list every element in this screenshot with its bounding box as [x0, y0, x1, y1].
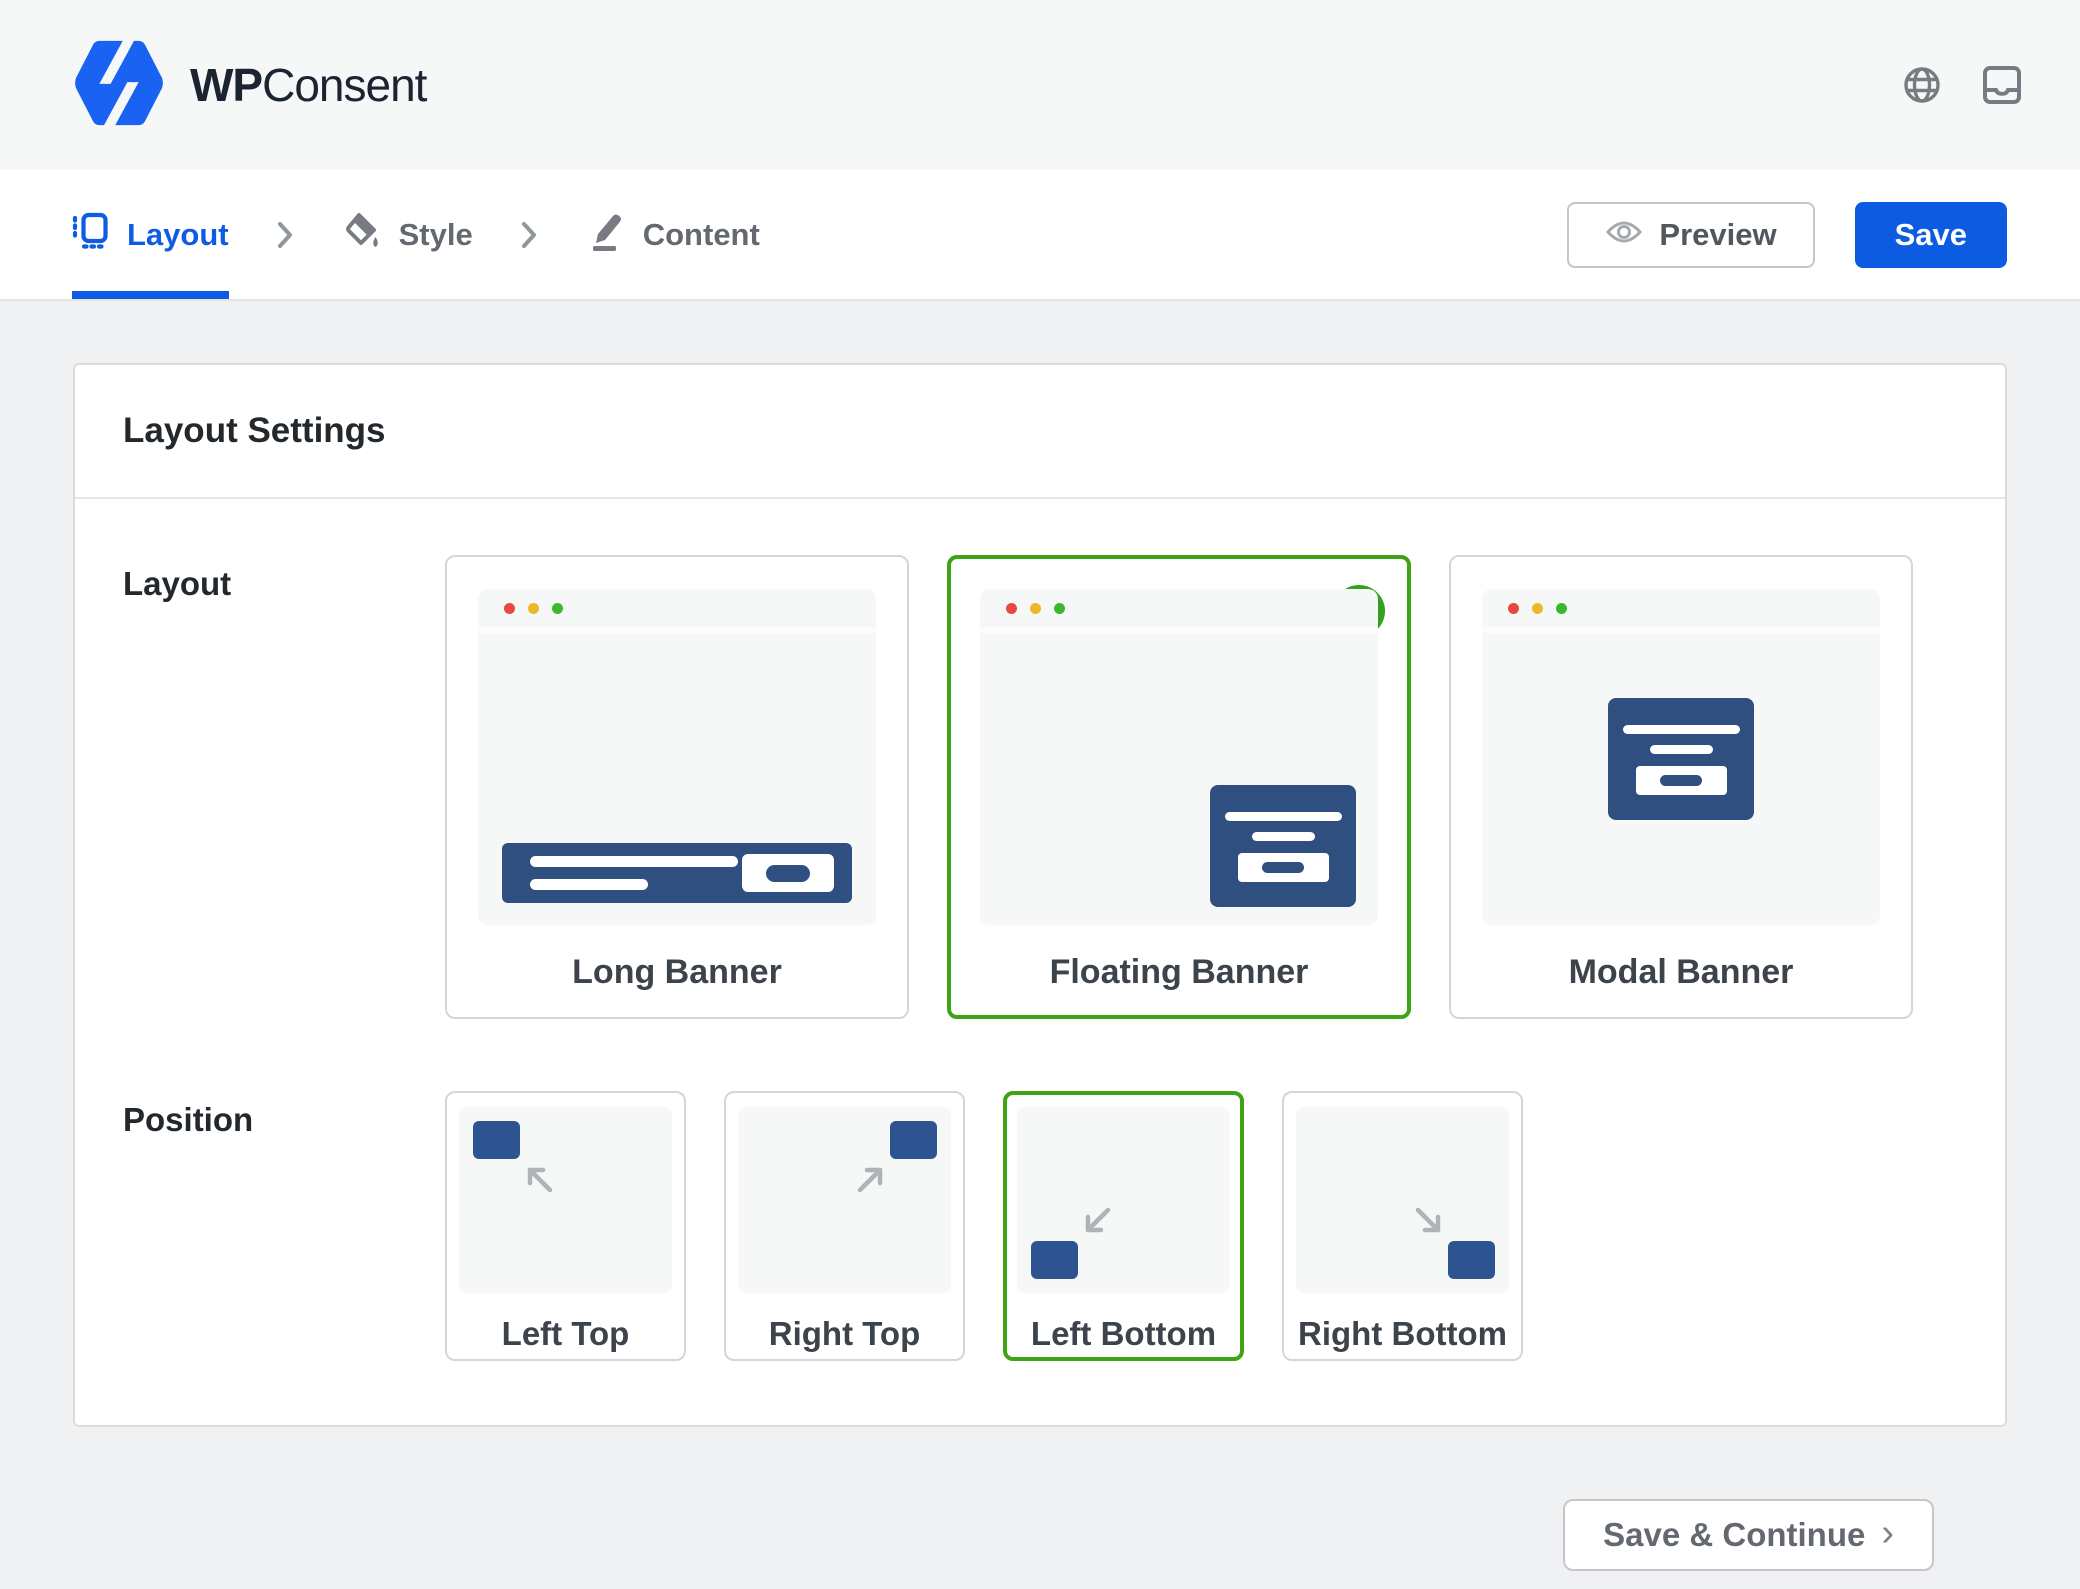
chevron-right-icon: ›: [1881, 1514, 1894, 1556]
header-icons: [1900, 63, 2024, 107]
window-dot-red: [1006, 603, 1017, 614]
banner-text-line: [1252, 832, 1315, 841]
tab-layout-label: Layout: [127, 217, 229, 253]
preview-button[interactable]: Preview: [1567, 202, 1814, 268]
globe-icon[interactable]: [1900, 63, 1944, 107]
tab-content[interactable]: Content: [585, 170, 760, 299]
position-option-label: Right Bottom: [1298, 1315, 1507, 1353]
modal-banner-graphic: [1608, 698, 1754, 820]
position-mockup: [1017, 1107, 1230, 1293]
position-option-label: Right Top: [769, 1315, 921, 1353]
position-mockup: [459, 1107, 672, 1293]
layout-option-label: Long Banner: [572, 953, 782, 992]
window-dot-red: [504, 603, 515, 614]
banner-text-line: [1623, 725, 1740, 734]
banner-position-square: [1448, 1241, 1495, 1279]
preview-button-label: Preview: [1659, 217, 1776, 253]
banner-position-square: [1031, 1241, 1078, 1279]
brand-name: WPConsent: [190, 58, 426, 112]
banner-button-pill: [766, 865, 810, 882]
nav-actions: Preview Save: [1567, 202, 2007, 268]
chevron-right-icon: [519, 219, 539, 251]
browser-mockup: [980, 589, 1378, 925]
brand-name-rest: Consent: [262, 59, 426, 111]
position-option-left-top[interactable]: Left Top: [445, 1091, 686, 1361]
brand-name-bold: WP: [190, 59, 262, 111]
position-setting-row: Position Left: [123, 1091, 1957, 1361]
layout-row-label: Layout: [123, 555, 445, 1019]
layout-option-floating-banner[interactable]: Floating Banner: [947, 555, 1411, 1019]
window-dot-yellow: [1532, 603, 1543, 614]
panel-title: Layout Settings: [75, 365, 2005, 499]
style-icon: [341, 211, 381, 259]
arrow-down-left-icon: [1075, 1199, 1119, 1243]
layout-option-label: Floating Banner: [1050, 953, 1309, 992]
page-footer: Save & Continue ›: [73, 1427, 2007, 1571]
banner-text-line: [1650, 745, 1713, 754]
main-content: Layout Settings Layout: [0, 301, 2080, 1571]
save-button[interactable]: Save: [1855, 202, 2007, 268]
save-continue-button[interactable]: Save & Continue ›: [1563, 1499, 1934, 1571]
banner-position-square: [890, 1121, 937, 1159]
layout-option-label: Modal Banner: [1569, 953, 1794, 992]
banner-button-shape: [742, 854, 834, 892]
position-row-label: Position: [123, 1091, 445, 1361]
arrow-up-right-icon: [849, 1157, 893, 1201]
position-option-label: Left Top: [502, 1315, 630, 1353]
wpconsent-logo-icon: [72, 40, 166, 131]
banner-button-shape: [1238, 853, 1329, 882]
banner-text-line: [530, 879, 648, 890]
chevron-right-icon: [275, 219, 295, 251]
arrow-down-right-icon: [1407, 1199, 1451, 1243]
position-option-right-bottom[interactable]: Right Bottom: [1282, 1091, 1523, 1361]
tab-content-label: Content: [643, 217, 760, 253]
position-mockup: [738, 1107, 951, 1293]
browser-topbar: [980, 589, 1378, 633]
layout-options: Long Banner: [445, 555, 1913, 1019]
browser-mockup: [478, 589, 876, 925]
banner-position-square: [473, 1121, 520, 1159]
layout-icon: [72, 212, 109, 257]
inbox-icon[interactable]: [1980, 63, 2024, 107]
position-option-label: Left Bottom: [1031, 1315, 1216, 1353]
eye-icon: [1605, 217, 1643, 253]
position-mockup: [1296, 1107, 1509, 1293]
browser-topbar: [478, 589, 876, 633]
tab-style[interactable]: Style: [341, 170, 473, 299]
banner-button-pill: [1262, 862, 1304, 873]
position-options: Left Top Ri: [445, 1091, 1523, 1361]
content-icon: [585, 211, 625, 259]
step-tabs: Layout Style: [72, 170, 760, 299]
save-continue-label: Save & Continue: [1603, 1516, 1865, 1554]
layout-option-modal-banner[interactable]: Modal Banner: [1449, 555, 1913, 1019]
layout-setting-row: Layout: [123, 555, 1957, 1019]
panel-body: Layout: [75, 499, 2005, 1425]
position-option-left-bottom[interactable]: Left Bottom: [1003, 1091, 1244, 1361]
layout-settings-panel: Layout Settings Layout: [73, 363, 2007, 1427]
app-header: WPConsent: [0, 0, 2080, 170]
banner-button-shape: [1636, 766, 1727, 795]
window-dot-yellow: [528, 603, 539, 614]
settings-nav: Layout Style: [0, 170, 2080, 301]
banner-button-pill: [1660, 775, 1702, 786]
arrow-up-left-icon: [517, 1157, 561, 1201]
window-dot-green: [552, 603, 563, 614]
browser-topbar: [1482, 589, 1880, 633]
brand: WPConsent: [72, 40, 426, 131]
tab-style-label: Style: [399, 217, 473, 253]
window-dot-green: [1556, 603, 1567, 614]
long-banner-graphic: [502, 843, 852, 903]
floating-banner-graphic: [1210, 785, 1356, 907]
banner-text-line: [1225, 812, 1342, 821]
window-dot-red: [1508, 603, 1519, 614]
window-dot-green: [1054, 603, 1065, 614]
browser-mockup: [1482, 589, 1880, 925]
layout-option-long-banner[interactable]: Long Banner: [445, 555, 909, 1019]
tab-layout[interactable]: Layout: [72, 170, 229, 299]
position-option-right-top[interactable]: Right Top: [724, 1091, 965, 1361]
window-dot-yellow: [1030, 603, 1041, 614]
banner-text-line: [530, 856, 738, 867]
